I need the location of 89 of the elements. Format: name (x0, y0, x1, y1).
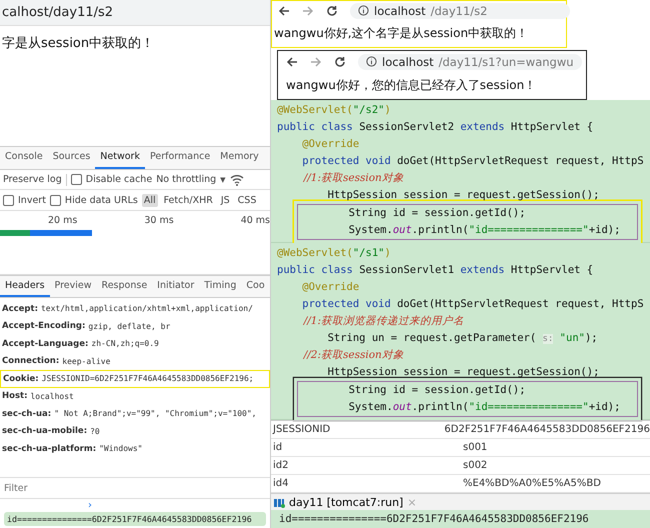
cookie-value-cell-text: s001 (463, 442, 488, 453)
header-value: ?0 (90, 426, 100, 436)
code-line: public class SessionServlet2 extends HttpServlet { (277, 120, 594, 135)
checkbox[interactable] (3, 194, 14, 206)
cookie-value-cell-text: %E4%BD%A0%E5%A5%BD (463, 478, 602, 489)
code-line: protected void doGet(HttpServletRequest request, HttpS (301, 154, 645, 169)
code-line: System.out.println("id==============="+id); (348, 223, 622, 238)
back-icon[interactable] (278, 4, 290, 16)
time-tick-label: 40 ms (240, 214, 270, 226)
preserve-log-label[interactable]: Preserve log (3, 174, 62, 186)
disable-cache-label: Disable cache (86, 174, 152, 186)
address-bar[interactable]: calhost/day11/s2 (0, 0, 270, 26)
header-value: gzip, deflate, br (88, 322, 170, 331)
cookie-name-cell-text: id4 (272, 478, 290, 489)
devtools-tab[interactable]: Performance (144, 147, 216, 169)
cookie-value-cell-text: s002 (463, 460, 488, 471)
back-icon[interactable] (286, 56, 298, 68)
header-value: "Windows" (99, 444, 142, 454)
run-tab[interactable]: day11 [tomcat7:run] (289, 496, 404, 508)
header-name: Accept: (2, 304, 38, 314)
detail-tab[interactable]: Response (96, 276, 152, 298)
code-line: String id = session.getId(); (348, 206, 527, 221)
devtools-tab[interactable]: Console (0, 147, 48, 169)
header-name: Host: (2, 391, 28, 402)
header-value: localhost (30, 392, 74, 401)
code-line: HttpSession session = request.getSession(); (326, 365, 600, 380)
header-value: text/html,application/xhtml+xml,application/ (40, 304, 253, 314)
devtools-tab[interactable]: Memory (215, 147, 264, 169)
filter-field[interactable]: Filter (0, 482, 270, 495)
header-name: sec-ch-ua-platform: (2, 444, 96, 454)
wifi-settings-icon[interactable] (230, 174, 244, 186)
checkbox[interactable] (70, 174, 82, 186)
run-output: id===============6D2F251F7F46A4645583DD0856EF2196 (271, 510, 650, 528)
maven-run-icon (273, 496, 285, 508)
detail-tab[interactable]: Preview (50, 276, 97, 298)
invert-label: Invert (18, 194, 46, 206)
code-line: @WebServlet("/s1") (277, 246, 392, 261)
type-filter[interactable]: CSS (236, 194, 258, 207)
throttling-dropdown[interactable]: No throttling (156, 174, 216, 186)
reload-icon[interactable] (326, 4, 338, 16)
code-line: public class SessionServlet1 extends HttpServlet { (277, 263, 594, 278)
info-icon (358, 5, 369, 16)
code-line: HttpSession session = request.getSession(); (326, 188, 600, 203)
code-line: //2:获取session对象 (302, 348, 405, 363)
type-filter[interactable]: Fetch/XHR (162, 194, 215, 207)
detail-tab[interactable]: Coo (241, 276, 270, 298)
header-name: Connection: (2, 356, 60, 366)
code-line: @WebServlet("/s2") (277, 103, 392, 118)
detail-tab[interactable]: Timing (199, 276, 242, 298)
code-line: @Override (301, 280, 360, 295)
code-line: String un = request.getParameter( s: "un"); (326, 331, 599, 346)
page-text: wangwu你好，您的信息已经存入了session！ (285, 77, 538, 94)
code-line: protected void doGet(HttpServletRequest request, HttpS (301, 297, 645, 312)
detail-tab[interactable]: Headers (0, 276, 50, 298)
address-bar[interactable]: localhost /day11/s1?un=wangwu (358, 54, 582, 70)
header-name: Cookie: (3, 374, 39, 384)
code-line: @Override (301, 137, 360, 152)
cookie-name-cell-text: id (272, 442, 284, 453)
info-icon (366, 56, 377, 67)
cookie-value-cell: 6D2F251F7F46A4645583DD0856EF2196 (444, 424, 650, 435)
header-name: sec-ch-ua: (2, 408, 52, 419)
header-name: Accept-Encoding: (2, 321, 86, 332)
code-line: //1:获取浏览器传递过来的用户名 (302, 314, 465, 329)
devtools-tab[interactable]: Network (95, 147, 145, 169)
reload-icon[interactable] (334, 56, 346, 68)
header-value: keep-alive (62, 356, 110, 366)
header-value: JSESSIONID=6D2F251F7F46A4645583DD0856EF2196; (42, 374, 254, 384)
code-line: String id = session.getId(); (348, 383, 527, 398)
cookie-name-cell-text: JSESSIONID (272, 424, 332, 435)
time-tick-label: 30 ms (144, 214, 174, 226)
address-bar[interactable]: localhost /day11/s2 (350, 2, 570, 18)
detail-tab[interactable]: Initiator (152, 276, 200, 298)
code-line: //1:获取session对象 (302, 171, 405, 186)
time-tick-label: 20 ms (48, 214, 78, 226)
page-text: wangwu你好,这个名字是从session中获取的！ (273, 25, 530, 42)
type-filter[interactable]: JS (218, 194, 232, 207)
header-name: sec-ch-ua-mobile: (2, 426, 88, 436)
devtools-tab[interactable]: Sources (48, 147, 96, 169)
console-prompt: › (87, 501, 93, 511)
header-value: zh-CN,zh;q=0.9 (91, 339, 159, 348)
checkbox[interactable] (50, 194, 61, 206)
hide-data-urls-label: Hide data URLs (64, 194, 138, 206)
type-filter[interactable]: All (142, 194, 158, 207)
console-output: id===============6D2F251F7F46A4645583DD0856EF2196 (4, 512, 266, 526)
header-name: Accept-Language: (2, 338, 88, 349)
header-value: " Not A;Brand";v="99", "Chromium";v="100", (54, 409, 256, 418)
code-line: System.out.println("id==============="+id); (348, 400, 622, 415)
page-text: 字是从session中获取的！ (1, 35, 156, 54)
cookie-name-cell-text: id2 (272, 460, 290, 471)
